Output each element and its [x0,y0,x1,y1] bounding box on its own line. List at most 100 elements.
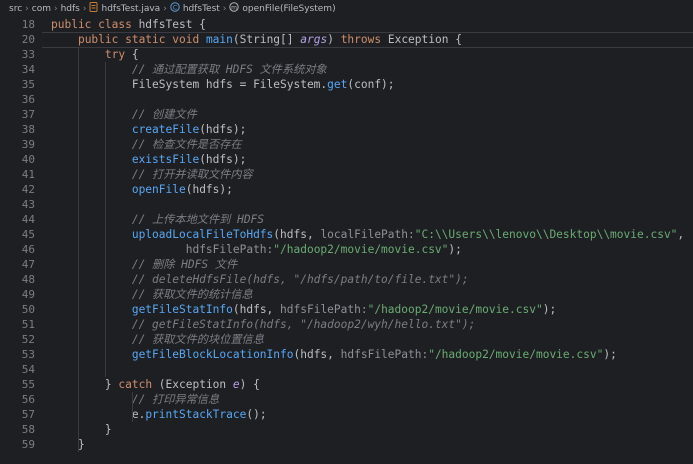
code-line[interactable]: 51 // getFileStatInfo(hdfs, "/hadoop2/wy… [0,317,693,332]
parameter-hint: localFilePath: [320,228,415,241]
code-editor[interactable]: 18 public class hdfsTest {20 public stati… [0,17,693,464]
code-line[interactable]: 20 public static void main(String[] args… [0,32,693,47]
code-token: , [677,228,685,241]
code-text: // 获取文件的块位置信息 [51,332,264,347]
code-text: // deleteHdfsFile(hdfs, "/hdfs/path/to/f… [51,272,469,287]
indent-guide [78,47,79,452]
code-token: (Exception [158,378,233,391]
line-number: 38 [21,123,35,136]
breadcrumb-item[interactable]: src [9,4,22,14]
line-number: 37 [21,108,35,121]
breadcrumb-label: com [31,3,51,14]
breadcrumb-item[interactable]: hdfsTest.java [89,2,160,15]
code-line[interactable]: 47 // 删除 HDFS 文件 [0,257,693,272]
code-text: FileSystem hdfs = FileSystem.get(conf); [51,77,395,92]
code-text: } catch (Exception e) { [51,377,260,392]
comment-token: // deleteHdfsFile(hdfs, "/hdfs/path/to/f… [131,273,469,286]
code-line[interactable]: 42 openFile(hdfs); [0,182,693,197]
code-line[interactable]: 44 // 上传本地文件到 HDFS [0,212,693,227]
code-line[interactable]: 55 } catch (Exception e) { [0,377,693,392]
chevron-right-icon: › [53,3,58,14]
comment-token: // 获取文件的块位置信息 [131,333,264,346]
code-line[interactable]: 40 existsFile(hdfs); [0,152,693,167]
string-token: "/hadoop2/movie/movie.csv" [428,348,604,361]
code-line[interactable]: 46 hdfsFilePath:"/hadoop2/movie/movie.cs… [0,242,693,257]
code-line[interactable]: 39 // 检查文件是否存在 [0,137,693,152]
code-token: } [104,378,119,391]
code-token: FileSystem hdfs = FileSystem. [131,78,328,91]
comment-token: // 打开并读取文件内容 [131,168,253,181]
code-token: (hdfs); [199,153,247,166]
code-line[interactable]: 53 getFileBlockLocationInfo(hdfs, hdfsFi… [0,347,693,362]
code-line[interactable]: 48 // deleteHdfsFile(hdfs, "/hdfs/path/t… [0,272,693,287]
code-line[interactable]: 41 // 打开并读取文件内容 [0,167,693,182]
code-line[interactable]: 34 // 通过配置获取 HDFS 文件系统对象 [0,62,693,77]
method-token: existsFile [131,153,200,166]
comment-token: // 通过配置获取 HDFS 文件系统对象 [131,63,327,76]
code-line[interactable]: 59 } [0,437,693,452]
code-line[interactable]: 54 [0,362,693,377]
code-token: (); [246,408,267,421]
code-text: existsFile(hdfs); [51,152,247,167]
code-text: e.printStackTrace(); [51,407,267,422]
code-line[interactable]: 49 // 获取文件的统计信息 [0,287,693,302]
code-token: (hdfs); [199,123,247,136]
line-number: 42 [21,183,35,196]
code-line[interactable]: 56 // 打印异常信息 [0,392,693,407]
code-token: } [104,423,112,436]
parameter-token: e [232,378,240,391]
code-line[interactable]: 37 // 创建文件 [0,107,693,122]
code-line[interactable]: 18 public class hdfsTest { [0,17,693,32]
line-number: 41 [21,168,35,181]
line-number: 20 [21,33,35,46]
breadcrumb-label: openFile(FileSystem) [242,3,336,14]
breadcrumb-item[interactable]: hdfs [61,4,80,14]
svg-text:m: m [231,5,237,12]
breadcrumb-item[interactable]: m openFile(FileSystem) [229,2,336,15]
line-number: 50 [21,303,35,316]
breadcrumb-label: src [9,3,23,14]
breadcrumb-item[interactable]: ChdfsTest [170,2,220,15]
line-number: 35 [21,78,35,91]
parameter-hint: hdfsFilePath: [280,303,368,316]
code-line[interactable]: 43 [0,197,693,212]
code-line[interactable]: 50 getFileStatInfo(hdfs, hdfsFilePath:"/… [0,302,693,317]
line-number: 36 [21,93,35,106]
keyword-token: try [104,48,132,61]
breadcrumb-item[interactable]: com [32,4,51,14]
line-number: 54 [21,363,35,376]
code-text: public static void main(String[] args) t… [51,32,462,47]
code-line[interactable]: 36 [0,92,693,107]
code-line[interactable]: 58 } [0,422,693,437]
code-line[interactable]: 33 try { [0,47,693,62]
method-token: printStackTrace [145,408,247,421]
code-text: // 上传本地文件到 HDFS [51,212,264,227]
code-line[interactable]: 52 // 获取文件的块位置信息 [0,332,693,347]
method-token: get [327,78,348,91]
line-number: 43 [21,198,35,211]
code-text: // 通过配置获取 HDFS 文件系统对象 [51,62,327,77]
comment-token: // getFileStatInfo(hdfs, "/hadoop2/wyh/h… [131,318,476,331]
chevron-right-icon: › [82,3,87,14]
code-line[interactable]: 45 uploadLocalFileToHdfs(hdfs, localFile… [0,227,693,242]
fold-divider [42,47,693,48]
chevron-right-icon: › [222,3,227,14]
line-number: 51 [21,318,35,331]
code-text: try { [51,47,139,62]
string-token: "/hadoop2/movie/movie.csv" [273,243,449,256]
method-token: main [205,33,233,46]
code-line[interactable]: 35 FileSystem hdfs = FileSystem.get(conf… [0,77,693,92]
code-line[interactable]: 57 e.printStackTrace(); [0,407,693,422]
code-line[interactable]: 38 createFile(hdfs); [0,122,693,137]
code-text: public class hdfsTest { [51,17,206,32]
